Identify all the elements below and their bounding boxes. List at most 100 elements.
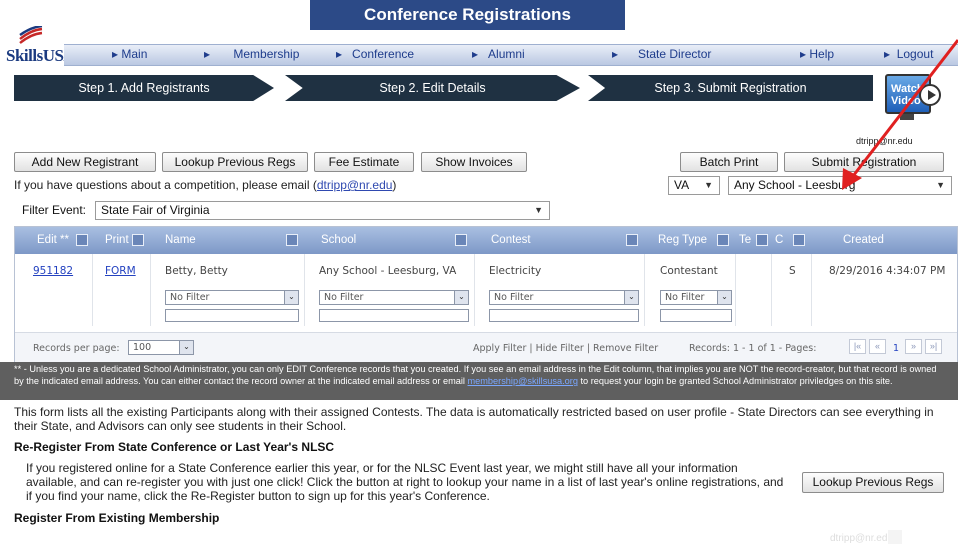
filter-event-select[interactable]: State Fair of Virginia ▼: [95, 201, 550, 220]
sort-icon[interactable]: [793, 234, 805, 246]
chevron-down-icon: ⌄: [624, 291, 638, 304]
school-filter-input[interactable]: [319, 309, 469, 322]
sort-icon[interactable]: [455, 234, 467, 246]
monitor-stand: [900, 114, 914, 120]
name-filter-select[interactable]: No Filter ⌄: [165, 290, 299, 305]
sort-icon[interactable]: [286, 234, 298, 246]
batch-print-button[interactable]: Batch Print: [680, 152, 778, 172]
records-per-page-label: Records per page:: [33, 343, 120, 354]
next-page-icon[interactable]: »: [905, 339, 922, 354]
column-divider: [644, 254, 645, 326]
records-summary: Records: 1 - 1 of 1 - Pages:: [689, 343, 817, 354]
sort-icon[interactable]: [76, 234, 88, 246]
cell-reg-type: Contestant: [660, 265, 718, 277]
membership-email-link[interactable]: membership@skillsusa.org: [468, 376, 578, 386]
help-email-link[interactable]: dtripp@nr.edu: [317, 178, 393, 192]
column-header-name[interactable]: Name: [165, 234, 196, 246]
reregister-text: If you registered online for a State Con…: [26, 461, 784, 503]
chevron-down-icon: ⌄: [284, 291, 298, 304]
school-select[interactable]: Any School - Leesburg ▼: [728, 176, 952, 195]
existing-membership-heading: Register From Existing Membership: [14, 511, 220, 525]
add-new-registrant-button[interactable]: Add New Registrant: [14, 152, 156, 172]
sort-icon[interactable]: [717, 234, 729, 246]
registrations-grid: Edit ** Print Name School Contest Reg Ty…: [14, 226, 958, 363]
nav-item-logout[interactable]: ▸ Logout: [884, 47, 933, 61]
sort-icon[interactable]: [132, 234, 144, 246]
flag-icon: [19, 26, 43, 44]
step-edit-details[interactable]: Step 2. Edit Details: [285, 75, 580, 101]
print-form-link[interactable]: FORM: [105, 265, 136, 277]
chevron-down-icon: ⌄: [717, 291, 731, 304]
last-page-icon[interactable]: »|: [925, 339, 942, 354]
reg-type-filter-input[interactable]: [660, 309, 732, 322]
nav-item-conference[interactable]: ▸ Conference: [336, 47, 414, 61]
column-divider: [811, 254, 812, 326]
cell-created: 8/29/2016 4:34:07 PM: [829, 265, 946, 277]
nav-item-membership[interactable]: ▸ Membership: [204, 47, 299, 61]
cell-school: Any School - Leesburg, VA: [319, 265, 457, 277]
video-email: dtripp@nr.edu: [856, 136, 913, 146]
step-add-registrants[interactable]: Step 1. Add Registrants: [14, 75, 274, 101]
column-header-contest[interactable]: Contest: [491, 234, 531, 246]
name-filter-input[interactable]: [165, 309, 299, 322]
column-divider: [474, 254, 475, 326]
watch-video-button[interactable]: Watch Video: [885, 74, 943, 134]
column-header-te[interactable]: Te: [739, 234, 751, 246]
column-header-created[interactable]: Created: [843, 234, 884, 246]
skillsusa-logo[interactable]: SkillsUSA: [4, 24, 76, 68]
grid-footer: Records per page: 100 ⌄ Apply Filter | Hi…: [15, 332, 957, 362]
records-per-page-select[interactable]: 100 ⌄: [128, 340, 194, 355]
chevron-down-icon: ⌄: [179, 341, 193, 354]
chevron-down-icon: ⌄: [454, 291, 468, 304]
main-nav: ▸ Main ▸ Membership ▸ Conference ▸ Alumn…: [64, 44, 958, 66]
footer-email: dtripp@nr.edu: [830, 533, 893, 544]
page: Conference Registrations SkillsUSA ▸ Mai…: [0, 0, 958, 550]
column-divider: [92, 254, 93, 326]
current-page[interactable]: 1: [893, 343, 899, 354]
prev-page-icon[interactable]: «: [869, 339, 886, 354]
column-header-print[interactable]: Print: [105, 234, 129, 246]
nav-item-main[interactable]: ▸ Main: [112, 47, 147, 61]
help-text: If you have questions about a competitio…: [14, 178, 397, 192]
column-divider: [304, 254, 305, 326]
lookup-previous-regs-button-2[interactable]: Lookup Previous Regs: [802, 472, 944, 493]
contest-filter-select[interactable]: No Filter ⌄: [489, 290, 639, 305]
nav-item-state-director[interactable]: ▸ State Director: [612, 47, 711, 61]
play-icon: [919, 84, 941, 106]
reregister-heading: Re-Register From State Conference or Las…: [14, 440, 335, 454]
cell-c: S: [789, 265, 796, 277]
chevron-down-icon: ▼: [534, 205, 543, 215]
filter-event-label: Filter Event:: [22, 203, 87, 217]
column-header-school[interactable]: School: [321, 234, 356, 246]
grid-header: Edit ** Print Name School Contest Reg Ty…: [15, 227, 957, 254]
column-divider: [771, 254, 772, 326]
step-submit-registration[interactable]: Step 3. Submit Registration: [588, 75, 873, 101]
chevron-down-icon: ▼: [936, 180, 945, 190]
grid-description: This form lists all the existing Partici…: [14, 405, 934, 433]
column-header-edit[interactable]: Edit **: [37, 234, 69, 246]
column-header-c[interactable]: C: [775, 234, 783, 246]
nav-item-help[interactable]: ▸ Help: [800, 47, 834, 61]
column-header-reg-type[interactable]: Reg Type: [658, 234, 707, 246]
submit-registration-button[interactable]: Submit Registration: [784, 152, 944, 172]
state-select[interactable]: VA ▼: [668, 176, 720, 195]
cell-name: Betty, Betty: [165, 265, 228, 277]
column-divider: [150, 254, 151, 326]
fee-estimate-button[interactable]: Fee Estimate: [314, 152, 414, 172]
nav-item-alumni[interactable]: ▸ Alumni: [472, 47, 525, 61]
chevron-down-icon: ▼: [704, 180, 713, 190]
column-divider: [735, 254, 736, 326]
school-filter-select[interactable]: No Filter ⌄: [319, 290, 469, 305]
sort-icon[interactable]: [756, 234, 768, 246]
show-invoices-button[interactable]: Show Invoices: [421, 152, 527, 172]
first-page-icon[interactable]: |«: [849, 339, 866, 354]
filter-actions[interactable]: Apply Filter | Hide Filter | Remove Filt…: [473, 343, 658, 354]
sort-icon[interactable]: [626, 234, 638, 246]
lookup-previous-regs-button[interactable]: Lookup Previous Regs: [162, 152, 308, 172]
footer-box: [888, 530, 902, 544]
contest-filter-input[interactable]: [489, 309, 639, 322]
cell-contest: Electricity: [489, 265, 542, 277]
page-title: Conference Registrations: [310, 0, 625, 30]
edit-record-link[interactable]: 951182: [33, 265, 73, 277]
reg-type-filter-select[interactable]: No Filter ⌄: [660, 290, 732, 305]
